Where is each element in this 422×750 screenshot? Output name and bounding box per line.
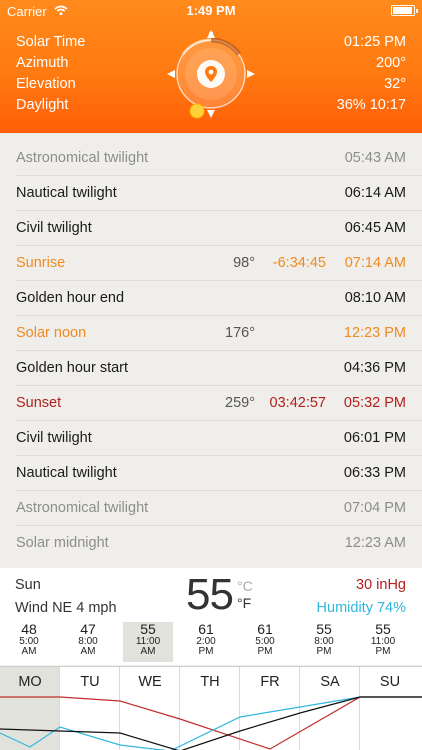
event-time: 06:01 PM <box>343 430 406 446</box>
weekly-trend-lines <box>0 696 422 750</box>
elevation-value: 32° <box>384 76 406 92</box>
event-time: 06:45 AM <box>344 220 406 236</box>
daylight-value: 36% 10:17 <box>336 97 406 113</box>
hourly-forecast-item-selected[interactable]: 55 11:00 AM <box>123 622 173 662</box>
hour-temp: 61 <box>198 621 214 637</box>
fahrenheit-toggle[interactable]: °F <box>237 595 251 611</box>
event-row[interactable]: Solar noon 176° 12:23 PM <box>0 316 422 351</box>
event-degree: 259° <box>225 395 255 411</box>
sun-compass[interactable]: N <box>163 26 259 122</box>
weather-wind: Wind NE 4 mph <box>15 600 117 616</box>
black-trend-line <box>0 696 422 750</box>
hourly-forecast-item[interactable]: 61 2:00 PM <box>182 622 230 662</box>
event-time: 07:04 PM <box>343 500 406 516</box>
event-name: Civil twilight <box>16 220 92 236</box>
elevation-label: Elevation <box>16 76 76 92</box>
event-time: 12:23 AM <box>344 535 406 551</box>
event-name: Astronomical twilight <box>16 150 149 166</box>
hour-ampm: PM <box>316 646 332 657</box>
event-time: 05:32 PM <box>343 395 406 411</box>
hour-temp: 48 <box>21 621 37 637</box>
celsius-toggle[interactable]: °C <box>237 578 253 594</box>
event-time: 05:43 AM <box>344 150 406 166</box>
hour-ampm: PM <box>375 646 391 657</box>
event-row[interactable]: Civil twilight 06:45 AM <box>0 211 422 246</box>
hourly-forecast-item[interactable]: 61 5:00 PM <box>241 622 289 662</box>
solar-time-value: 01:25 PM <box>343 34 406 50</box>
event-name: Astronomical twilight <box>16 500 149 516</box>
event-time: 07:14 AM <box>344 255 406 271</box>
blue-trend-line <box>0 696 422 750</box>
azimuth-label: Azimuth <box>16 55 69 71</box>
event-row[interactable]: Golden hour start 04:36 PM <box>0 351 422 386</box>
event-row[interactable]: Civil twilight 06:01 PM <box>0 421 422 456</box>
event-name: Solar midnight <box>16 535 109 551</box>
hour-temp: 47 <box>80 621 96 637</box>
pressure-value: 30 inHg <box>356 577 406 593</box>
hourly-forecast-item[interactable]: 47 8:00 AM <box>64 622 112 662</box>
event-time: 12:23 PM <box>343 325 406 341</box>
status-time: 1:49 PM <box>186 3 236 18</box>
event-degree: 176° <box>225 325 255 341</box>
event-time: 06:33 PM <box>343 465 406 481</box>
hourly-forecast-item[interactable]: 48 5:00 AM <box>5 622 53 662</box>
hour-ampm: PM <box>198 646 214 657</box>
hourly-forecast-item[interactable]: 55 8:00 PM <box>300 622 348 662</box>
event-time: 08:10 AM <box>344 290 406 306</box>
event-name: Sunset <box>16 395 62 411</box>
hourly-forecast-item[interactable]: 55 11:00 PM <box>359 622 407 662</box>
event-row[interactable]: Golden hour end 08:10 AM <box>0 281 422 316</box>
event-duration: 03:42:57 <box>269 395 326 411</box>
event-name: Golden hour start <box>16 360 129 376</box>
event-row[interactable]: Solar midnight 12:23 AM <box>0 526 422 561</box>
hour-ampm: AM <box>80 646 96 657</box>
status-bar: Carrier 1:49 PM <box>0 0 422 22</box>
event-name: Nautical twilight <box>16 465 117 481</box>
hour-temp: 55 <box>140 621 156 637</box>
event-name: Sunrise <box>16 255 66 271</box>
weekly-forecast: MO TU WE TH FR SA SU <box>0 666 422 750</box>
humidity-value: Humidity 74% <box>316 600 406 616</box>
event-row[interactable]: Astronomical twilight 07:04 PM <box>0 491 422 526</box>
event-row[interactable]: Sunrise 98° -6:34:45 07:14 AM <box>0 246 422 281</box>
event-name: Nautical twilight <box>16 185 117 201</box>
event-degree: 98° <box>233 255 255 271</box>
event-duration: -6:34:45 <box>272 255 326 271</box>
event-name: Civil twilight <box>16 430 92 446</box>
hour-temp: 55 <box>375 621 391 637</box>
event-row[interactable]: Sunset 259° 03:42:57 05:32 PM <box>0 386 422 421</box>
azimuth-value: 200° <box>376 55 406 71</box>
solar-header: Carrier 1:49 PM Solar Time 01:25 PM Azim… <box>0 0 422 133</box>
weather-day: Sun <box>15 577 41 593</box>
event-time: 06:14 AM <box>344 185 406 201</box>
hour-ampm: PM <box>257 646 273 657</box>
event-row[interactable]: Astronomical twilight 05:43 AM <box>0 141 422 176</box>
event-time: 04:36 PM <box>343 360 406 376</box>
hour-temp: 55 <box>316 621 332 637</box>
event-row[interactable]: Nautical twilight 06:33 PM <box>0 456 422 491</box>
hour-temp: 61 <box>257 621 273 637</box>
compass-north-label: N <box>208 32 213 39</box>
battery-icon <box>391 5 418 16</box>
current-temperature: 55 <box>186 570 234 619</box>
event-name: Solar noon <box>16 325 87 341</box>
hour-ampm: AM <box>21 646 37 657</box>
event-name: Golden hour end <box>16 290 125 306</box>
event-row[interactable]: Nautical twilight 06:14 AM <box>0 176 422 211</box>
weather-panel: Sun Wind NE 4 mph 55 °C °F 30 inHg Humid… <box>0 568 422 665</box>
daylight-label: Daylight <box>16 97 69 113</box>
hour-ampm: AM <box>140 646 156 657</box>
solar-time-label: Solar Time <box>16 34 86 50</box>
